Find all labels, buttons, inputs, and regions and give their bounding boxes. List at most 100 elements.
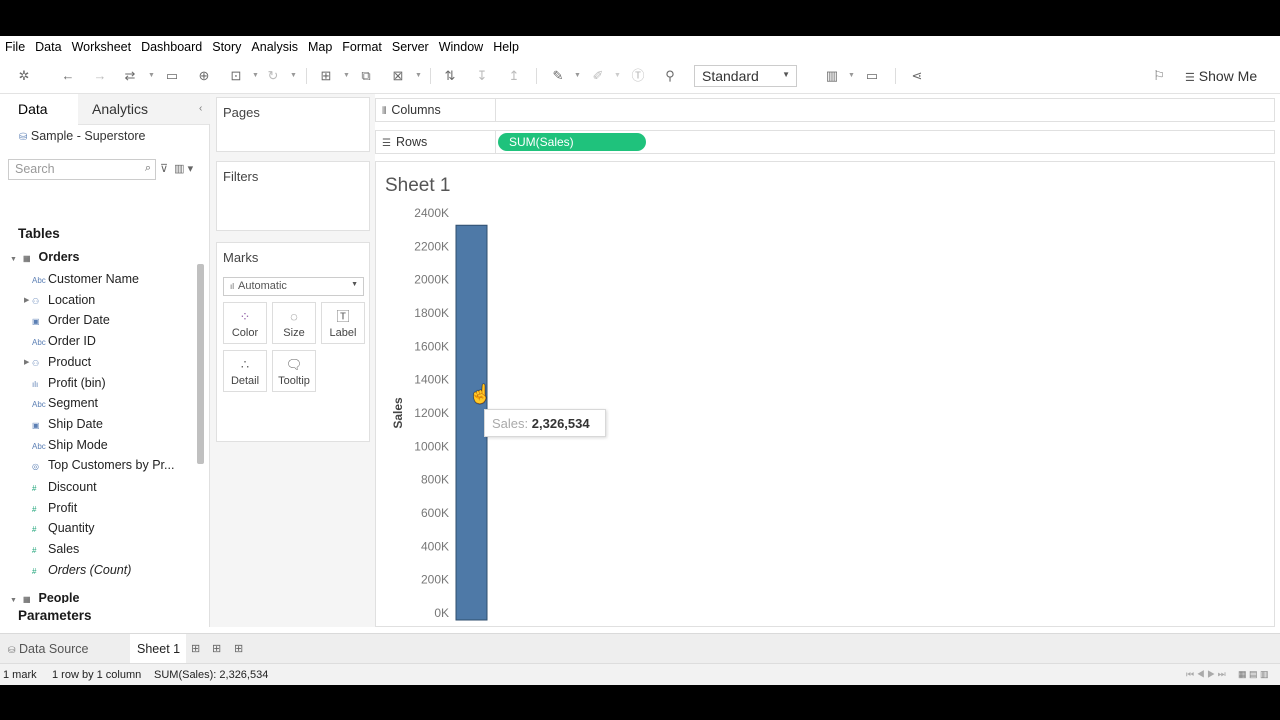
sort-ascending-icon[interactable]: ↧ [474, 68, 490, 84]
menu-map[interactable]: Map [308, 40, 332, 54]
tooltip-button[interactable]: 🗨 Tooltip [272, 350, 316, 392]
chevron-down-icon[interactable]: ▼ [252, 68, 259, 84]
abc-icon: Abc [32, 338, 46, 348]
tab-data-source[interactable]: ⛁ Data Source [8, 642, 89, 656]
field-orders-count[interactable]: # Orders (Count) [22, 563, 131, 577]
field-quantity[interactable]: # Quantity [22, 521, 95, 535]
field-label: Order ID [48, 334, 96, 349]
highlight-icon[interactable]: ✎ [550, 68, 566, 84]
data-source-item[interactable]: ⛁ Sample - Superstore [19, 129, 146, 143]
menu-file[interactable]: File [5, 40, 25, 54]
menu-data[interactable]: Data [35, 40, 61, 54]
chevron-down-icon[interactable]: ▼ [614, 68, 621, 84]
field-profit[interactable]: # Profit [22, 501, 77, 515]
tab-sheet-1[interactable]: Sheet 1 [130, 634, 186, 664]
field-location[interactable]: ▶ ⚇ Location [22, 293, 95, 307]
menu-window[interactable]: Window [439, 40, 483, 54]
redo-icon[interactable]: → [92, 68, 108, 84]
collapse-pane-icon[interactable]: ‹ [199, 103, 202, 114]
color-button[interactable]: ⁘ Color [223, 302, 267, 344]
field-order-id[interactable]: Abc Order ID [22, 334, 96, 348]
view-mode-icon[interactable]: ▦ ▤ ▥ [1238, 669, 1269, 680]
rows-shelf[interactable]: ☰ Rows SUM(Sales) [375, 130, 1275, 154]
menu-analysis[interactable]: Analysis [251, 40, 298, 54]
field-ship-mode[interactable]: Abc Ship Mode [22, 438, 108, 452]
y-tick-label: 2000K [414, 273, 449, 287]
undo-icon[interactable]: ← [60, 68, 76, 84]
chevron-right-icon[interactable]: ▶ [24, 358, 29, 366]
sheet-navigation-icon[interactable]: ⏮ ◀ ▶ ⏭ [1186, 669, 1226, 680]
sort-descending-icon[interactable]: ↥ [506, 68, 522, 84]
toolbar-divider [536, 68, 537, 84]
new-worksheet-icon[interactable]: ⊞ [191, 642, 200, 655]
refresh-icon[interactable]: ↻ [265, 68, 281, 84]
tab-data[interactable]: Data [18, 101, 48, 117]
show-me-button[interactable]: ☰ Show Me [1185, 68, 1257, 84]
share-icon[interactable]: ⋖ [909, 68, 925, 84]
fix-axes-icon[interactable]: ⚲ [662, 68, 678, 84]
duplicate-sheet-icon[interactable]: ⧉ [358, 68, 374, 84]
field-label: Orders (Count) [48, 562, 132, 577]
chevron-right-icon[interactable]: ▶ [24, 296, 29, 304]
menu-format[interactable]: Format [342, 40, 382, 54]
columns-shelf[interactable]: ⦀ Columns [375, 98, 1275, 122]
table-orders[interactable]: ▼ ▦ Orders [10, 250, 80, 264]
database-icon: ⛁ [19, 132, 28, 143]
chevron-down-icon[interactable]: ▼ [574, 68, 581, 84]
chevron-down-icon[interactable]: ▼ [415, 68, 422, 84]
data-pane-scrollbar[interactable] [197, 264, 204, 464]
tableau-logo-icon[interactable]: ✲ [16, 68, 32, 84]
pages-card[interactable]: Pages [216, 97, 370, 152]
filters-card[interactable]: Filters [216, 161, 370, 231]
field-order-date[interactable]: ▣ Order Date [22, 313, 110, 327]
group-members-icon[interactable]: ✐ [590, 68, 606, 84]
swap-rows-columns-icon[interactable]: ⇅ [442, 68, 458, 84]
mark-type-select[interactable]: ıl Automatic ▼ [223, 277, 364, 296]
label-label: Label [329, 327, 357, 339]
pause-updates-icon[interactable]: ⊡ [228, 68, 244, 84]
y-axis-label: Sales [391, 397, 405, 429]
sum-sales-pill[interactable]: SUM(Sales) [498, 133, 646, 151]
menu-dashboard[interactable]: Dashboard [141, 40, 202, 54]
label-button[interactable]: 🅃 Label [321, 302, 365, 344]
replay-icon[interactable]: ⇄ [122, 68, 138, 84]
chevron-down-icon[interactable]: ▼ [148, 68, 155, 84]
size-button[interactable]: ◌ Size [272, 302, 316, 344]
field-segment[interactable]: Abc Segment [22, 396, 98, 410]
format-painter-icon[interactable]: ⚐ [1151, 68, 1167, 84]
new-dashboard-icon[interactable]: ⊞ [212, 642, 221, 655]
presentation-mode-icon[interactable]: ▭ [864, 68, 880, 84]
detail-button[interactable]: ∴ Detail [223, 350, 267, 392]
fit-select[interactable]: Standard ▼ [694, 65, 797, 87]
new-data-source-icon[interactable]: ⊕ [196, 68, 212, 84]
show-cards-icon[interactable]: ▥ [824, 68, 840, 84]
chevron-down-icon[interactable]: ▼ [290, 68, 297, 84]
field-sales[interactable]: # Sales [22, 542, 79, 556]
field-discount[interactable]: # Discount [22, 480, 97, 494]
menu-server[interactable]: Server [392, 40, 429, 54]
save-icon[interactable]: ▭ [164, 68, 180, 84]
tab-analytics[interactable]: Analytics [92, 101, 148, 117]
menu-help[interactable]: Help [493, 40, 519, 54]
field-ship-date[interactable]: ▣ Ship Date [22, 417, 103, 431]
bar-chart-icon: ıl [230, 282, 234, 291]
field-label: Order Date [48, 313, 110, 328]
new-story-icon[interactable]: ⊞ [234, 642, 243, 655]
menu-story[interactable]: Story [212, 40, 241, 54]
filter-fields-icon[interactable]: ⊽ ▥ ▾ [160, 162, 193, 175]
field-label: Top Customers by Pr... [48, 458, 175, 473]
show-mark-labels-icon[interactable]: Ⓣ [630, 68, 646, 84]
clear-sheet-icon[interactable]: ⊠ [390, 68, 406, 84]
chevron-down-icon[interactable]: ▼ [343, 68, 350, 84]
field-customer-name[interactable]: Abc Customer Name [22, 272, 139, 286]
chevron-down-icon[interactable]: ▼ [848, 68, 855, 84]
bar-sales[interactable] [455, 224, 488, 621]
pages-title: Pages [223, 105, 260, 120]
field-product[interactable]: ▶ ⚇ Product [22, 355, 91, 369]
field-top-customers-by-pr[interactable]: ◎ Top Customers by Pr... [22, 458, 174, 472]
field-profit-bin[interactable]: ılı Profit (bin) [22, 376, 106, 390]
show-me-label: Show Me [1198, 68, 1258, 84]
search-input[interactable]: Search ⌕ [8, 159, 156, 180]
new-worksheet-icon[interactable]: ⊞ [318, 68, 334, 84]
menu-worksheet[interactable]: Worksheet [72, 40, 132, 54]
